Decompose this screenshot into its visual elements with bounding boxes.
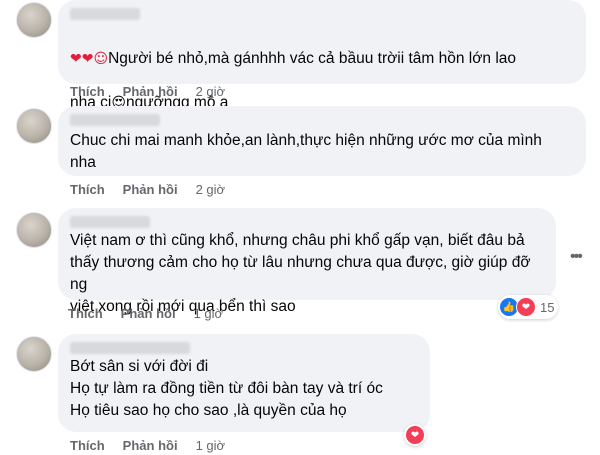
comment-actions: Thích Phản hồi 2 giờ — [70, 84, 225, 99]
like-button[interactable]: Thích — [70, 438, 105, 453]
reaction-summary[interactable]: ❤ — [404, 424, 426, 446]
timestamp[interactable]: 1 giờ — [196, 438, 226, 453]
like-button[interactable]: Thích — [70, 182, 105, 197]
author-name-blurred[interactable] — [70, 216, 150, 228]
reaction-summary[interactable]: 👍 ❤ 15 — [498, 295, 559, 319]
reply-button[interactable]: Phản hồi — [123, 438, 178, 453]
avatar[interactable] — [16, 2, 52, 38]
comment-bubble: Bớt sân si với đời đi Họ tự làm ra đồng … — [58, 334, 430, 432]
avatar[interactable] — [16, 336, 52, 372]
comment-text: Việt nam ơ thì cũng khổ, nhưng châu phi … — [70, 232, 531, 315]
avatar[interactable] — [16, 108, 52, 144]
love-reaction-icon: ❤ — [406, 426, 424, 444]
comment-bubble: Chuc chi mai manh khỏe,an lành,thực hiện… — [58, 106, 586, 176]
timestamp[interactable]: 2 giờ — [196, 182, 226, 197]
comment-text: ❤❤☺Người bé nhỏ,mà gánhhh vác cả bầuu tr… — [70, 26, 574, 114]
like-button[interactable]: Thích — [68, 306, 103, 321]
heart-emoji-icon: ❤❤☺ — [70, 51, 109, 67]
comment-actions: Thích Phản hồi 1 giờ — [68, 306, 223, 321]
author-name-blurred[interactable] — [70, 8, 140, 20]
author-name-blurred[interactable] — [70, 342, 190, 354]
reply-button[interactable]: Phản hồi — [123, 182, 178, 197]
comment-text: Bớt sân si với đời đi Họ tự làm ra đồng … — [70, 358, 383, 419]
love-reaction-icon: ❤ — [516, 297, 536, 317]
reply-button[interactable]: Phản hồi — [123, 84, 178, 99]
timestamp[interactable]: 1 giờ — [194, 306, 224, 321]
more-options-icon[interactable]: ••• — [570, 248, 583, 266]
like-button[interactable]: Thích — [70, 84, 105, 99]
reaction-count: 15 — [540, 299, 555, 315]
comment-actions: Thích Phản hồi 2 giờ — [70, 182, 225, 197]
comment-line: Người bé nhỏ,mà gánhhh vác cả bầuu trờii… — [108, 50, 516, 67]
comment-text: Chuc chi mai manh khỏe,an lành,thực hiện… — [70, 132, 542, 171]
author-name-blurred[interactable] — [70, 114, 160, 126]
timestamp[interactable]: 2 giờ — [196, 84, 226, 99]
comment-actions: Thích Phản hồi 1 giờ — [70, 438, 225, 453]
avatar[interactable] — [16, 212, 52, 248]
comment-bubble: Việt nam ơ thì cũng khổ, nhưng châu phi … — [58, 208, 556, 315]
comment-bubble: ❤❤☺Người bé nhỏ,mà gánhhh vác cả bầuu tr… — [58, 0, 586, 111]
reply-button[interactable]: Phản hồi — [121, 306, 176, 321]
